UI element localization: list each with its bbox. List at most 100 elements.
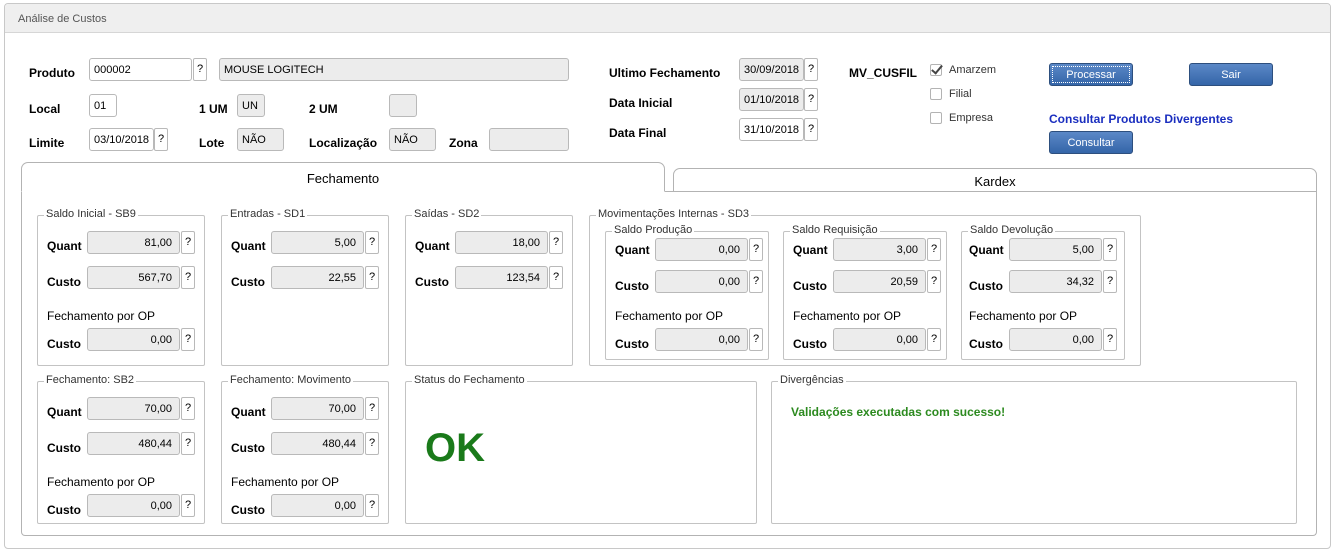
entradas-quant-help-button[interactable]: ? (365, 231, 379, 254)
processar-button[interactable]: Processar (1049, 63, 1133, 86)
saldo-inicial-quant-label: Quant (47, 239, 82, 253)
saldo-producao-quant-field: 0,00 (655, 238, 748, 261)
limite-input[interactable]: 03/10/2018 (89, 128, 154, 151)
saldo-devolucao-custo-label: Custo (969, 279, 1003, 293)
saidas-quant-help-button[interactable]: ? (549, 231, 563, 254)
saldo-producao-op-custo-help-button[interactable]: ? (749, 328, 763, 351)
saldo-inicial-fech-op-label: Fechamento por OP (47, 309, 156, 323)
ultimo-fechamento-label: Ultimo Fechamento (609, 66, 721, 80)
saldo-requisicao-custo-label: Custo (793, 279, 827, 293)
entradas-quant-field: 5,00 (271, 231, 364, 254)
entradas-custo-help-button[interactable]: ? (365, 266, 379, 289)
saldo-devolucao-custo-field: 34,32 (1009, 270, 1102, 293)
saidas-custo-label: Custo (415, 275, 449, 289)
saldo-devolucao-fech-op-label: Fechamento por OP (969, 309, 1078, 323)
saldo-devolucao-quant-help-button[interactable]: ? (1103, 238, 1117, 261)
saldo-producao-op-custo-field: 0,00 (655, 328, 748, 351)
amarzem-label: Amarzem (949, 64, 997, 76)
consultar-button[interactable]: Consultar (1049, 131, 1133, 154)
saldo-producao-custo-label: Custo (615, 279, 649, 293)
saldo-devolucao-op-custo-help-button[interactable]: ? (1103, 328, 1117, 351)
saldo-requisicao-op-custo-field: 0,00 (833, 328, 926, 351)
saldo-producao-quant-label: Quant (615, 243, 650, 257)
fechamento-sb2-op-custo-label: Custo (47, 503, 81, 517)
fechamento-sb2-quant-help-button[interactable]: ? (181, 397, 195, 420)
saldo-inicial-quant-help-button[interactable]: ? (181, 231, 195, 254)
tab-fechamento[interactable]: Fechamento (21, 162, 665, 192)
saldo-devolucao-op-custo-field: 0,00 (1009, 328, 1102, 351)
fechamento-sb2-op-custo-field: 0,00 (87, 494, 180, 517)
saldo-requisicao-title: Saldo Requisição (790, 224, 880, 236)
entradas-custo-field: 22,55 (271, 266, 364, 289)
saldo-producao-custo-help-button[interactable]: ? (749, 270, 763, 293)
data-inicial-help-button[interactable]: ? (804, 88, 818, 111)
fechamento-mov-op-custo-label: Custo (231, 503, 265, 517)
sair-button[interactable]: Sair (1189, 63, 1273, 86)
saldo-requisicao-custo-help-button[interactable]: ? (927, 270, 941, 293)
fechamento-mov-quant-label: Quant (231, 405, 266, 419)
saldo-inicial-quant-field: 81,00 (87, 231, 180, 254)
fechamento-sb2-custo-help-button[interactable]: ? (181, 432, 195, 455)
status-fechamento-title: Status do Fechamento (412, 374, 527, 386)
limite-help-button[interactable]: ? (154, 128, 168, 151)
consultar-divergentes-link[interactable]: Consultar Produtos Divergentes (1049, 112, 1233, 126)
filial-checkbox[interactable] (930, 88, 942, 100)
data-final-input[interactable]: 31/10/2018 (739, 118, 804, 141)
produto-help-button[interactable]: ? (193, 58, 207, 81)
fechamento-mov-op-custo-field: 0,00 (271, 494, 364, 517)
saldo-producao-title: Saldo Produção (612, 224, 695, 236)
saldo-requisicao-op-custo-help-button[interactable]: ? (927, 328, 941, 351)
saldo-requisicao-quant-field: 3,00 (833, 238, 926, 261)
fechamento-mov-custo-help-button[interactable]: ? (365, 432, 379, 455)
amarzem-checkbox[interactable] (930, 64, 942, 76)
fechamento-mov-custo-label: Custo (231, 441, 265, 455)
empresa-checkbox[interactable] (930, 112, 942, 124)
data-final-label: Data Final (609, 126, 667, 140)
saidas-custo-field: 123,54 (455, 266, 548, 289)
saldo-inicial-custo-field: 567,70 (87, 266, 180, 289)
produto-code-input[interactable]: 000002 (89, 58, 192, 81)
tab-kardex[interactable]: Kardex (673, 168, 1317, 192)
mov-internas-title: Movimentações Internas - SD3 (596, 208, 752, 220)
local-label: Local (29, 102, 61, 116)
fechamento-sb2-custo-field: 480,44 (87, 432, 180, 455)
filial-label: Filial (949, 88, 972, 100)
lote-field: NÃO (237, 128, 284, 151)
saidas-custo-help-button[interactable]: ? (549, 266, 563, 289)
entradas-quant-label: Quant (231, 239, 266, 253)
localizacao-label: Localização (309, 136, 378, 150)
empresa-label: Empresa (949, 112, 994, 124)
window-titlebar: Análise de Custos (5, 4, 1330, 33)
saldo-inicial-op-custo-label: Custo (47, 337, 81, 351)
limite-label: Limite (29, 136, 65, 150)
saldo-devolucao-quant-label: Quant (969, 243, 1004, 257)
lote-label: Lote (199, 136, 225, 150)
fechamento-mov-title: Fechamento: Movimento (228, 374, 354, 386)
fechamento-mov-quant-help-button[interactable]: ? (365, 397, 379, 420)
saldo-producao-fech-op-label: Fechamento por OP (615, 309, 724, 323)
status-ok-text: OK (425, 426, 485, 470)
local-input[interactable]: 01 (89, 94, 117, 117)
saldo-devolucao-quant-field: 5,00 (1009, 238, 1102, 261)
data-final-help-button[interactable]: ? (804, 118, 818, 141)
saldo-requisicao-quant-help-button[interactable]: ? (927, 238, 941, 261)
um1-field: UN (237, 94, 265, 117)
fechamento-mov-op-custo-help-button[interactable]: ? (365, 494, 379, 517)
saldo-producao-op-custo-label: Custo (615, 337, 649, 351)
um1-label: 1 UM (199, 102, 228, 116)
saldo-requisicao-quant-label: Quant (793, 243, 828, 257)
saidas-quant-field: 18,00 (455, 231, 548, 254)
ultimo-fechamento-help-button[interactable]: ? (804, 58, 818, 81)
saldo-inicial-title: Saldo Inicial - SB9 (44, 208, 138, 220)
produto-label: Produto (29, 66, 75, 80)
fechamento-sb2-fech-op-label: Fechamento por OP (47, 475, 156, 489)
saldo-inicial-custo-help-button[interactable]: ? (181, 266, 195, 289)
saldo-devolucao-custo-help-button[interactable]: ? (1103, 270, 1117, 293)
saidas-title: Saídas - SD2 (412, 208, 482, 220)
saldo-inicial-op-custo-help-button[interactable]: ? (181, 328, 195, 351)
um2-field (389, 94, 417, 117)
saidas-quant-label: Quant (415, 239, 450, 253)
divergencias-title: Divergências (778, 374, 846, 386)
saldo-producao-quant-help-button[interactable]: ? (749, 238, 763, 261)
fechamento-sb2-op-custo-help-button[interactable]: ? (181, 494, 195, 517)
